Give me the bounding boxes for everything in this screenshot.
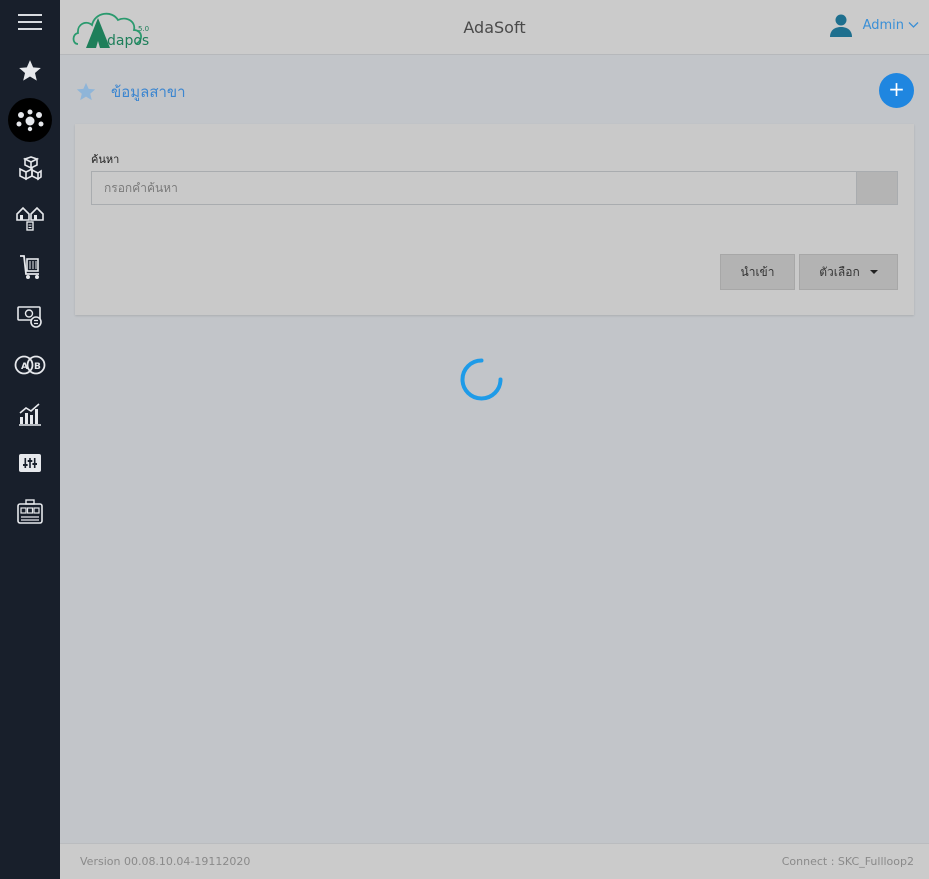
user-avatar-icon xyxy=(829,14,852,37)
sidebar: AB xyxy=(0,0,60,879)
boxes-icon[interactable] xyxy=(0,147,60,191)
options-dropdown-button[interactable]: ตัวเลือก xyxy=(799,254,898,290)
svg-text:B: B xyxy=(34,362,41,372)
top-navbar: dapos 5.0 AdaSoft Admin xyxy=(60,0,929,55)
user-name: Admin xyxy=(862,17,904,33)
bar-chart-icon[interactable] xyxy=(0,392,60,436)
footer: Version 00.08.10.04-19112020 Connect : S… xyxy=(60,843,929,879)
loading-spinner-icon xyxy=(460,358,503,401)
app-title: AdaSoft xyxy=(463,18,526,37)
search-button[interactable] xyxy=(856,171,898,205)
ab-compare-icon[interactable]: AB xyxy=(0,343,60,387)
branch-stores-icon[interactable] xyxy=(0,196,60,240)
star-icon[interactable] xyxy=(0,49,60,93)
paw-network-icon[interactable] xyxy=(0,98,60,142)
caret-down-icon xyxy=(869,270,878,274)
svg-text:A: A xyxy=(21,362,28,372)
page-title: ข้อมูลสาขา xyxy=(111,83,186,101)
search-label: ค้นหา xyxy=(91,153,120,166)
hamburger-menu-icon[interactable] xyxy=(0,0,60,44)
connection-text: Connect : SKC_Fullloop2 xyxy=(781,855,914,868)
favorite-star-icon[interactable] xyxy=(75,81,97,103)
shopping-cart-icon[interactable] xyxy=(0,245,60,289)
settings-sliders-icon[interactable] xyxy=(0,441,60,485)
add-branch-button[interactable]: + xyxy=(879,73,914,108)
search-card: ค้นหา นำเข้า ตัวเลือก xyxy=(75,124,914,315)
chevron-down-icon xyxy=(908,22,919,28)
page-header: ข้อมูลสาขา xyxy=(75,77,186,107)
search-input[interactable] xyxy=(91,171,857,205)
pos-machines-icon[interactable] xyxy=(0,490,60,534)
options-button-label: ตัวเลือก xyxy=(819,264,860,279)
user-menu[interactable]: Admin xyxy=(829,12,919,38)
money-icon[interactable] xyxy=(0,294,60,338)
import-button[interactable]: นำเข้า xyxy=(720,254,795,290)
import-button-label: นำเข้า xyxy=(740,264,775,279)
version-text: Version 00.08.10.04-19112020 xyxy=(80,855,251,868)
